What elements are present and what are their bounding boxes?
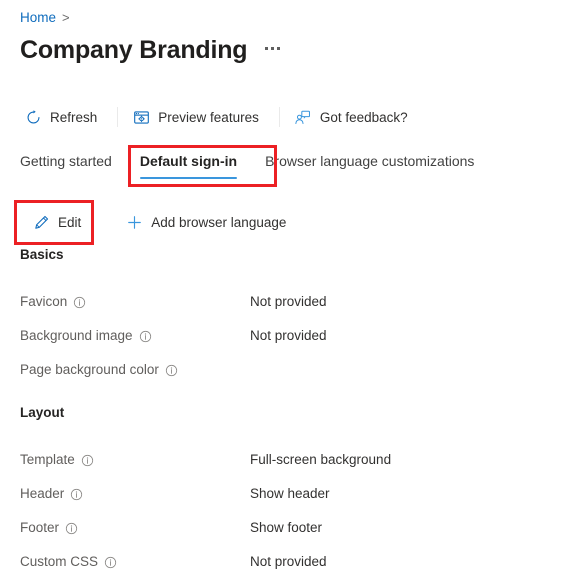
tab-label: Getting started (20, 153, 112, 169)
preview-features-button[interactable]: Preview features (128, 100, 269, 134)
refresh-icon (24, 108, 42, 126)
refresh-label: Refresh (50, 109, 98, 125)
section-title: Basics (20, 247, 64, 262)
property-label: Background image (20, 327, 250, 345)
tab-label: Default sign-in (139, 153, 238, 169)
property-row-background-image: Background image Not provided (20, 324, 540, 348)
template-label: Template (20, 452, 75, 467)
header-label: Header (20, 486, 65, 501)
property-row-template: Template Full-screen background (20, 448, 540, 472)
tab-label: Browser language customizations (265, 153, 475, 169)
footer-label: Footer (20, 520, 60, 535)
feedback-icon (294, 108, 312, 126)
property-row-page-background-color: Page background color (20, 358, 540, 382)
refresh-button[interactable]: Refresh (20, 100, 107, 134)
favicon-value: Not provided (250, 294, 327, 309)
background-image-value: Not provided (250, 328, 327, 343)
header-value: Show header (250, 486, 330, 501)
property-label: Page background color (20, 361, 250, 379)
preview-features-icon (132, 108, 150, 126)
breadcrumb: Home > (20, 9, 70, 27)
page-header: Company Branding (20, 34, 282, 66)
footer-value: Show footer (250, 520, 323, 535)
add-browser-language-button[interactable]: Add browser language (121, 208, 296, 236)
breadcrumb-item-home[interactable]: Home (20, 9, 56, 27)
tab-getting-started[interactable]: Getting started (20, 152, 126, 181)
info-icon[interactable] (81, 454, 94, 467)
background-image-label: Background image (20, 328, 133, 343)
page-background-color-label: Page background color (20, 362, 159, 377)
property-label: Footer (20, 519, 250, 537)
ellipsis-dot (265, 47, 269, 50)
property-row-favicon: Favicon Not provided (20, 290, 540, 314)
info-icon[interactable] (70, 488, 83, 501)
custom-css-value: Not provided (250, 554, 327, 569)
command-divider (117, 107, 119, 127)
property-label: Header (20, 485, 250, 503)
edit-button[interactable]: Edit (20, 208, 95, 236)
property-row-footer: Footer Show footer (20, 516, 540, 540)
info-icon[interactable] (139, 330, 152, 343)
section-basics: Basics Favicon Not provided Background i… (20, 246, 540, 384)
tab-list: Getting started Default sign-in Browser … (20, 152, 488, 181)
tab-default-sign-in[interactable]: Default sign-in (126, 152, 251, 181)
edit-label: Edit (58, 214, 82, 230)
plus-icon (125, 213, 143, 231)
pencil-icon (32, 213, 50, 231)
property-label: Favicon (20, 293, 250, 311)
chevron-right-icon: > (62, 10, 70, 25)
page-title: Company Branding (20, 36, 248, 64)
property-label: Custom CSS (20, 553, 250, 571)
info-icon[interactable] (73, 296, 86, 309)
property-label: Template (20, 451, 250, 469)
ellipsis-dot (277, 47, 281, 50)
info-icon[interactable] (65, 522, 78, 535)
property-row-header: Header Show header (20, 482, 540, 506)
got-feedback-button[interactable]: Got feedback? (290, 100, 418, 134)
section-title: Layout (20, 405, 65, 420)
property-row-custom-css: Custom CSS Not provided (20, 550, 540, 574)
preview-features-label: Preview features (158, 109, 259, 125)
template-value: Full-screen background (250, 452, 392, 467)
info-icon[interactable] (104, 556, 117, 569)
custom-css-label: Custom CSS (20, 554, 99, 569)
got-feedback-label: Got feedback? (319, 109, 408, 125)
tab-browser-language-customizations[interactable]: Browser language customizations (251, 152, 488, 181)
favicon-label: Favicon (20, 294, 68, 309)
command-bar: Refresh Preview features Got feedback? (20, 100, 418, 134)
ellipsis-dot (271, 47, 275, 50)
command-divider (278, 107, 280, 127)
add-browser-language-label: Add browser language (151, 214, 287, 230)
section-layout: Layout Template Full-screen background H… (20, 404, 540, 576)
info-icon[interactable] (165, 364, 178, 377)
ellipsis-icon[interactable] (263, 43, 282, 57)
action-bar: Edit Add browser language (20, 208, 296, 236)
